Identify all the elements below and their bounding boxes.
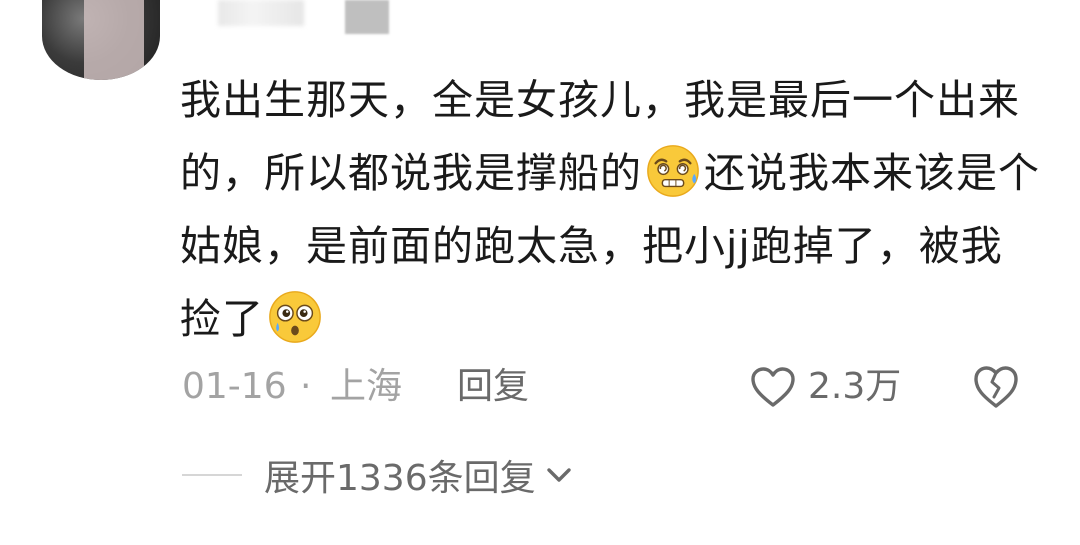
sweat-dizzy-emoji-icon — [647, 145, 699, 197]
broken-heart-icon — [974, 366, 1018, 408]
username-redacted-block — [345, 0, 389, 34]
like-count: 2.3万 — [808, 366, 902, 407]
like-button[interactable]: 2.3万 — [750, 362, 901, 412]
meta-separator: · — [300, 366, 312, 407]
comment-meta: 01-16 · 上海 回复 2.3万 — [182, 362, 1042, 412]
comment-text: 我出生那天，全是女孩儿，我是最后一个出来的，所以都说我是撑船的 还说我本来该是个… — [180, 64, 1040, 356]
heart-icon — [751, 367, 795, 407]
divider-line — [182, 474, 242, 476]
shocked-crying-emoji-icon — [269, 291, 321, 343]
expand-replies-row: 展开1336条回复 — [182, 448, 782, 502]
expand-replies-button[interactable]: 展开1336条回复 — [264, 448, 574, 502]
reply-button[interactable]: 回复 — [457, 362, 529, 412]
chevron-down-icon — [546, 468, 571, 482]
comment-location: 上海 — [330, 366, 403, 407]
comment-date: 01-16 — [182, 366, 287, 407]
expand-replies-label: 展开1336条回复 — [264, 458, 536, 499]
avatar[interactable] — [42, 0, 160, 80]
username-redacted — [218, 0, 304, 26]
dislike-button[interactable] — [972, 364, 1020, 410]
